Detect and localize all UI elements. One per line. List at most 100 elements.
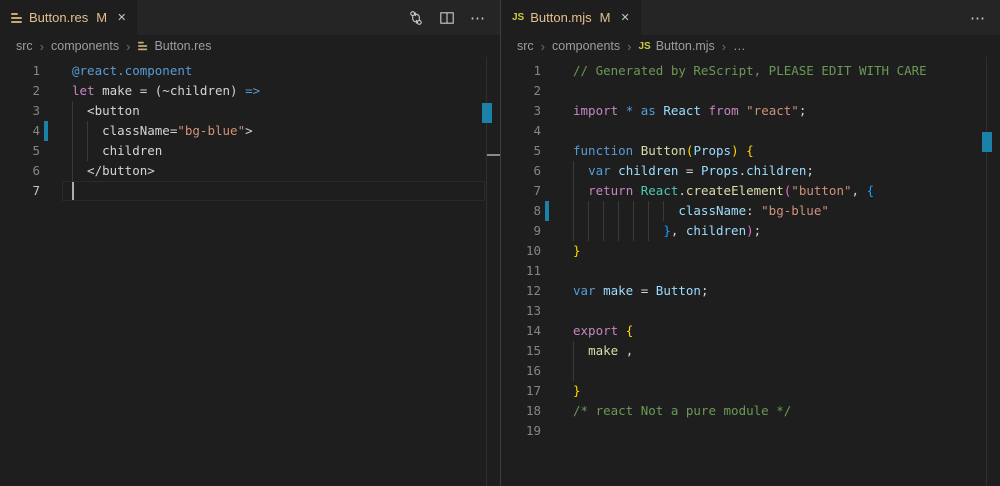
breadcrumb-separator: › — [627, 39, 631, 54]
more-actions-icon[interactable]: ⋯ — [970, 9, 986, 27]
breadcrumb-item-file[interactable]: JS Button.mjs — [638, 39, 714, 53]
line-number[interactable]: 10 — [501, 241, 541, 261]
code-line[interactable]: 19 — [501, 421, 1000, 441]
indent-guide — [72, 101, 73, 121]
line-number[interactable]: 3 — [0, 101, 40, 121]
code-line[interactable]: 15 make , — [501, 341, 1000, 361]
vscode-window: Button.res M ✕ — [0, 0, 1000, 486]
indent-guide — [573, 161, 574, 181]
line-number[interactable]: 15 — [501, 341, 541, 361]
code-line[interactable]: 5function Button(Props) { — [501, 141, 1000, 161]
line-number[interactable]: 2 — [501, 81, 541, 101]
indent-guide — [573, 201, 574, 221]
code-line[interactable]: 14 export { — [501, 321, 1000, 341]
code-line[interactable]: 16 — [501, 361, 1000, 381]
line-number[interactable]: 19 — [501, 421, 541, 441]
code-line[interactable]: 4 — [501, 121, 1000, 141]
code-line[interactable]: 3import * as React from "react"; — [501, 101, 1000, 121]
line-number[interactable]: 6 — [0, 161, 40, 181]
code-line[interactable]: 8 className: "bg-blue" — [501, 201, 1000, 221]
line-number[interactable]: 8 — [501, 201, 541, 221]
code-line[interactable]: 2 — [501, 81, 1000, 101]
indent-guide — [573, 341, 574, 361]
indent-guide — [588, 221, 589, 241]
breadcrumb-item-symbol[interactable]: … — [733, 39, 746, 53]
code-text: } — [573, 241, 984, 261]
line-number[interactable]: 4 — [501, 121, 541, 141]
code-line[interactable]: 12var make = Button; — [501, 281, 1000, 301]
code-line[interactable]: 1@react.component — [0, 61, 500, 81]
code-line[interactable]: 6 </button> — [0, 161, 500, 181]
code-line[interactable]: 13 — [501, 301, 1000, 321]
rescript-file-icon — [11, 13, 23, 23]
split-editor-icon[interactable] — [439, 10, 455, 26]
overview-ruler-right[interactable] — [986, 57, 1000, 486]
indent-guide — [603, 201, 604, 221]
indent-guide — [87, 141, 88, 161]
code-line[interactable]: 3 <button — [0, 101, 500, 121]
code-text: make , — [573, 341, 984, 361]
code-line[interactable]: 1// Generated by ReScript, PLEASE EDIT W… — [501, 61, 1000, 81]
code-text — [573, 81, 984, 101]
code-line[interactable]: 18 /* react Not a pure module */ — [501, 401, 1000, 421]
indent-guide — [633, 221, 634, 241]
line-number[interactable]: 6 — [501, 161, 541, 181]
line-number[interactable]: 12 — [501, 281, 541, 301]
overview-ruler-left[interactable] — [486, 57, 500, 486]
code-text — [573, 421, 984, 441]
code-line[interactable]: 6 var children = Props.children; — [501, 161, 1000, 181]
open-changes-icon[interactable] — [408, 10, 424, 26]
breadcrumb-item-components[interactable]: components — [51, 39, 119, 53]
code-line[interactable]: 17} — [501, 381, 1000, 401]
code-line[interactable]: 10} — [501, 241, 1000, 261]
git-modified-badge: M — [96, 10, 107, 25]
line-number[interactable]: 14 — [501, 321, 541, 341]
code-text: /* react Not a pure module */ — [573, 401, 984, 421]
breadcrumb-separator: › — [722, 39, 726, 54]
breadcrumb-item-file[interactable]: Button.res — [137, 39, 211, 53]
breadcrumb-item-src[interactable]: src — [517, 39, 534, 53]
line-number[interactable]: 5 — [0, 141, 40, 161]
indent-guide — [663, 201, 664, 221]
line-number[interactable]: 13 — [501, 301, 541, 321]
line-number[interactable]: 16 — [501, 361, 541, 381]
tab-button-res[interactable]: Button.res M ✕ — [0, 0, 137, 35]
tab-label: Button.res — [29, 10, 88, 25]
code-editor-rescript[interactable]: 1@react.component2let make = (~children)… — [0, 57, 500, 486]
line-number[interactable]: 17 — [501, 381, 541, 401]
line-number[interactable]: 7 — [0, 181, 40, 201]
code-line[interactable]: 4 className="bg-blue"> — [0, 121, 500, 141]
gutter-modified-indicator — [44, 121, 48, 141]
code-line[interactable]: 5 children — [0, 141, 500, 161]
code-text: return React.createElement("button", { — [573, 181, 984, 201]
code-text: export { — [573, 321, 984, 341]
line-number[interactable]: 1 — [501, 61, 541, 81]
line-number[interactable]: 18 — [501, 401, 541, 421]
line-number[interactable]: 3 — [501, 101, 541, 121]
editor-group-right: JS Button.mjs M ✕ ⋯ src › components › J… — [500, 0, 1000, 486]
close-icon[interactable]: ✕ — [621, 11, 630, 24]
line-number[interactable]: 4 — [0, 121, 40, 141]
tab-bar-right: JS Button.mjs M ✕ ⋯ — [501, 0, 1000, 35]
code-line[interactable]: 7 — [0, 181, 500, 201]
breadcrumb-separator: › — [126, 39, 130, 54]
line-number[interactable]: 7 — [501, 181, 541, 201]
line-number[interactable]: 2 — [0, 81, 40, 101]
ruler-modified-marker — [982, 132, 992, 152]
line-number[interactable]: 11 — [501, 261, 541, 281]
line-number[interactable]: 9 — [501, 221, 541, 241]
code-line[interactable]: 7 return React.createElement("button", { — [501, 181, 1000, 201]
breadcrumb-item-components[interactable]: components — [552, 39, 620, 53]
code-line[interactable]: 11 — [501, 261, 1000, 281]
code-line[interactable]: 2let make = (~children) => — [0, 81, 500, 101]
code-text — [573, 121, 984, 141]
code-text — [573, 261, 984, 281]
code-line[interactable]: 9 }, children); — [501, 221, 1000, 241]
breadcrumb-item-src[interactable]: src — [16, 39, 33, 53]
tab-button-mjs[interactable]: JS Button.mjs M ✕ — [501, 0, 641, 35]
more-actions-icon[interactable]: ⋯ — [470, 9, 486, 27]
line-number[interactable]: 5 — [501, 141, 541, 161]
close-icon[interactable]: ✕ — [117, 11, 126, 24]
line-number[interactable]: 1 — [0, 61, 40, 81]
code-editor-javascript[interactable]: 1// Generated by ReScript, PLEASE EDIT W… — [501, 57, 1000, 486]
